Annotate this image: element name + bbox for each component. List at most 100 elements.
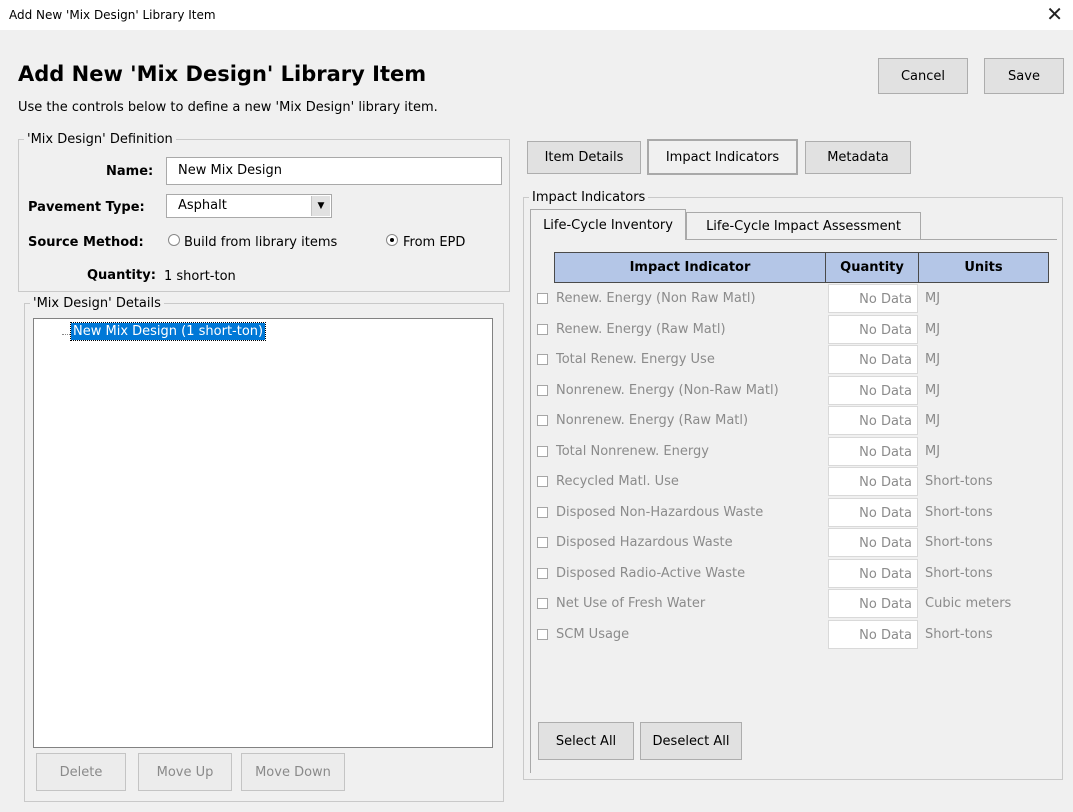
name-input[interactable]: New Mix Design	[166, 157, 502, 185]
indicator-checkbox[interactable]	[537, 537, 548, 548]
table-row: Nonrenew. Energy (Raw Matl) No Data MJ	[537, 406, 1057, 437]
tree-item-mix-design[interactable]: New Mix Design (1 short-ton)	[69, 322, 267, 341]
chevron-down-icon[interactable]: ▼	[311, 196, 330, 216]
indicator-quantity-field[interactable]: No Data	[828, 589, 918, 618]
table-row: Nonrenew. Energy (Non-Raw Matl) No Data MJ	[537, 375, 1057, 407]
pavement-type-select[interactable]: Asphalt ▼	[166, 194, 332, 218]
indicator-quantity-field[interactable]: No Data	[828, 436, 918, 466]
column-header-indicator: Impact Indicator	[554, 252, 826, 283]
cancel-button[interactable]: Cancel	[878, 58, 968, 94]
indicator-name: Renew. Energy (Raw Matl)	[556, 321, 726, 337]
table-row: Renew. Energy (Non Raw Matl) No Data MJ	[537, 284, 1057, 315]
indicator-units: MJ	[925, 443, 941, 459]
indicator-checkbox[interactable]	[537, 476, 548, 487]
name-label: Name:	[106, 164, 154, 179]
indicator-checkbox[interactable]	[537, 293, 548, 304]
indicator-units: MJ	[925, 413, 941, 428]
definition-legend: 'Mix Design' Definition	[27, 132, 173, 147]
quantity-label: Quantity:	[87, 268, 156, 283]
indicator-name: Disposed Radio-Active Waste	[556, 565, 746, 581]
save-button[interactable]: Save	[984, 58, 1064, 94]
indicator-quantity-field[interactable]: No Data	[828, 467, 918, 496]
indicator-quantity-field[interactable]: No Data	[828, 528, 918, 557]
table-row: Total Renew. Energy Use No Data MJ	[537, 345, 1057, 376]
details-legend: 'Mix Design' Details	[33, 296, 161, 311]
indicator-checkbox[interactable]	[537, 384, 548, 396]
tab-life-cycle-impact-assessment[interactable]: Life-Cycle Impact Assessment	[686, 212, 921, 240]
move-down-button[interactable]: Move Down	[241, 753, 345, 791]
indicator-name: SCM Usage	[556, 626, 630, 642]
close-icon[interactable]: ✕	[1046, 2, 1063, 26]
column-header-quantity: Quantity	[825, 252, 919, 283]
indicator-checkbox[interactable]	[537, 415, 548, 426]
window-title: Add New 'Mix Design' Library Item	[9, 8, 216, 22]
indicator-quantity-field[interactable]: No Data	[828, 406, 918, 435]
indicator-units: Short-tons	[925, 504, 993, 520]
indicator-name: Total Nonrenew. Energy	[556, 443, 709, 459]
column-header-units: Units	[918, 252, 1049, 283]
radio-epd-label: From EPD	[403, 235, 466, 250]
indicator-checkbox[interactable]	[537, 598, 548, 609]
indicator-name: Recycled Matl. Use	[556, 474, 679, 489]
indicator-checkbox[interactable]	[537, 445, 548, 457]
indicator-name: Nonrenew. Energy (Raw Matl)	[556, 413, 749, 428]
table-row: Disposed Non-Hazardous Waste No Data Short…	[537, 497, 1057, 529]
tab-metadata[interactable]: Metadata	[805, 141, 911, 174]
radio-build-from-library[interactable]	[168, 234, 180, 246]
tab-item-details[interactable]: Item Details	[527, 141, 641, 174]
indicator-quantity-field[interactable]: No Data	[828, 314, 918, 344]
title-bar: Add New 'Mix Design' Library Item ✕	[0, 0, 1073, 30]
mix-design-tree[interactable]: New Mix Design (1 short-ton)	[33, 318, 493, 748]
indicator-checkbox[interactable]	[537, 323, 548, 335]
indicator-checkbox[interactable]	[537, 506, 548, 518]
indicator-quantity-field[interactable]: No Data	[828, 345, 918, 374]
indicator-name: Disposed Hazardous Waste	[556, 535, 733, 550]
indicator-units: MJ	[925, 352, 941, 367]
indicator-units: MJ	[925, 321, 941, 337]
indicator-quantity-field[interactable]: No Data	[828, 619, 918, 649]
radio-dot-icon	[390, 238, 394, 242]
indicator-name: Total Renew. Energy Use	[556, 352, 715, 367]
instructions-text: Use the controls below to define a new '…	[18, 100, 438, 115]
indicator-checkbox[interactable]	[537, 354, 548, 365]
indicator-quantity-field[interactable]: No Data	[828, 558, 918, 588]
delete-button[interactable]: Delete	[36, 753, 126, 791]
impact-legend: Impact Indicators	[532, 190, 646, 205]
indicator-units: MJ	[925, 291, 941, 306]
page-title: Add New 'Mix Design' Library Item	[18, 62, 427, 86]
indicator-checkbox[interactable]	[537, 567, 548, 579]
indicator-units: Short-tons	[925, 565, 993, 581]
pavement-type-value: Asphalt	[178, 198, 227, 213]
indicator-units: Cubic meters	[925, 596, 1012, 611]
indicator-checkbox[interactable]	[537, 628, 548, 640]
radio-from-epd[interactable]	[386, 234, 398, 246]
tab-life-cycle-inventory[interactable]: Life-Cycle Inventory	[530, 209, 686, 240]
table-row: SCM Usage No Data Short-tons	[537, 619, 1057, 651]
subtab-panel-top	[921, 239, 1057, 240]
indicator-units: MJ	[925, 382, 941, 398]
table-row: Disposed Radio-Active Waste No Data Short-…	[537, 558, 1057, 590]
indicator-units: Short-tons	[925, 626, 993, 642]
pavement-type-label: Pavement Type:	[28, 200, 145, 215]
indicator-quantity-field[interactable]: No Data	[828, 375, 918, 405]
select-all-button[interactable]: Select All	[538, 722, 634, 760]
table-row: Total Nonrenew. Energy No Data MJ	[537, 436, 1057, 468]
indicator-name: Nonrenew. Energy (Non-Raw Matl)	[556, 382, 779, 398]
indicator-quantity-field[interactable]: No Data	[828, 497, 918, 527]
table-row: Disposed Hazardous Waste No Data Short-ton…	[537, 528, 1057, 559]
indicator-units: Short-tons	[925, 474, 993, 489]
radio-build-label: Build from library items	[184, 235, 338, 250]
table-row: Renew. Energy (Raw Matl) No Data MJ	[537, 314, 1057, 346]
deselect-all-button[interactable]: Deselect All	[640, 722, 742, 760]
indicator-quantity-field[interactable]: No Data	[828, 284, 918, 313]
table-row: Recycled Matl. Use No Data Short-tons	[537, 467, 1057, 498]
tab-impact-indicators[interactable]: Impact Indicators	[647, 139, 798, 175]
indicator-name: Disposed Non-Hazardous Waste	[556, 504, 764, 520]
indicator-units: Short-tons	[925, 535, 993, 550]
indicator-name: Renew. Energy (Non Raw Matl)	[556, 291, 756, 306]
indicator-name: Net Use of Fresh Water	[556, 596, 706, 611]
subtab-panel-border	[530, 239, 531, 773]
table-row: Net Use of Fresh Water No Data Cubic meter…	[537, 589, 1057, 620]
move-up-button[interactable]: Move Up	[138, 753, 232, 791]
source-method-label: Source Method:	[28, 235, 144, 250]
